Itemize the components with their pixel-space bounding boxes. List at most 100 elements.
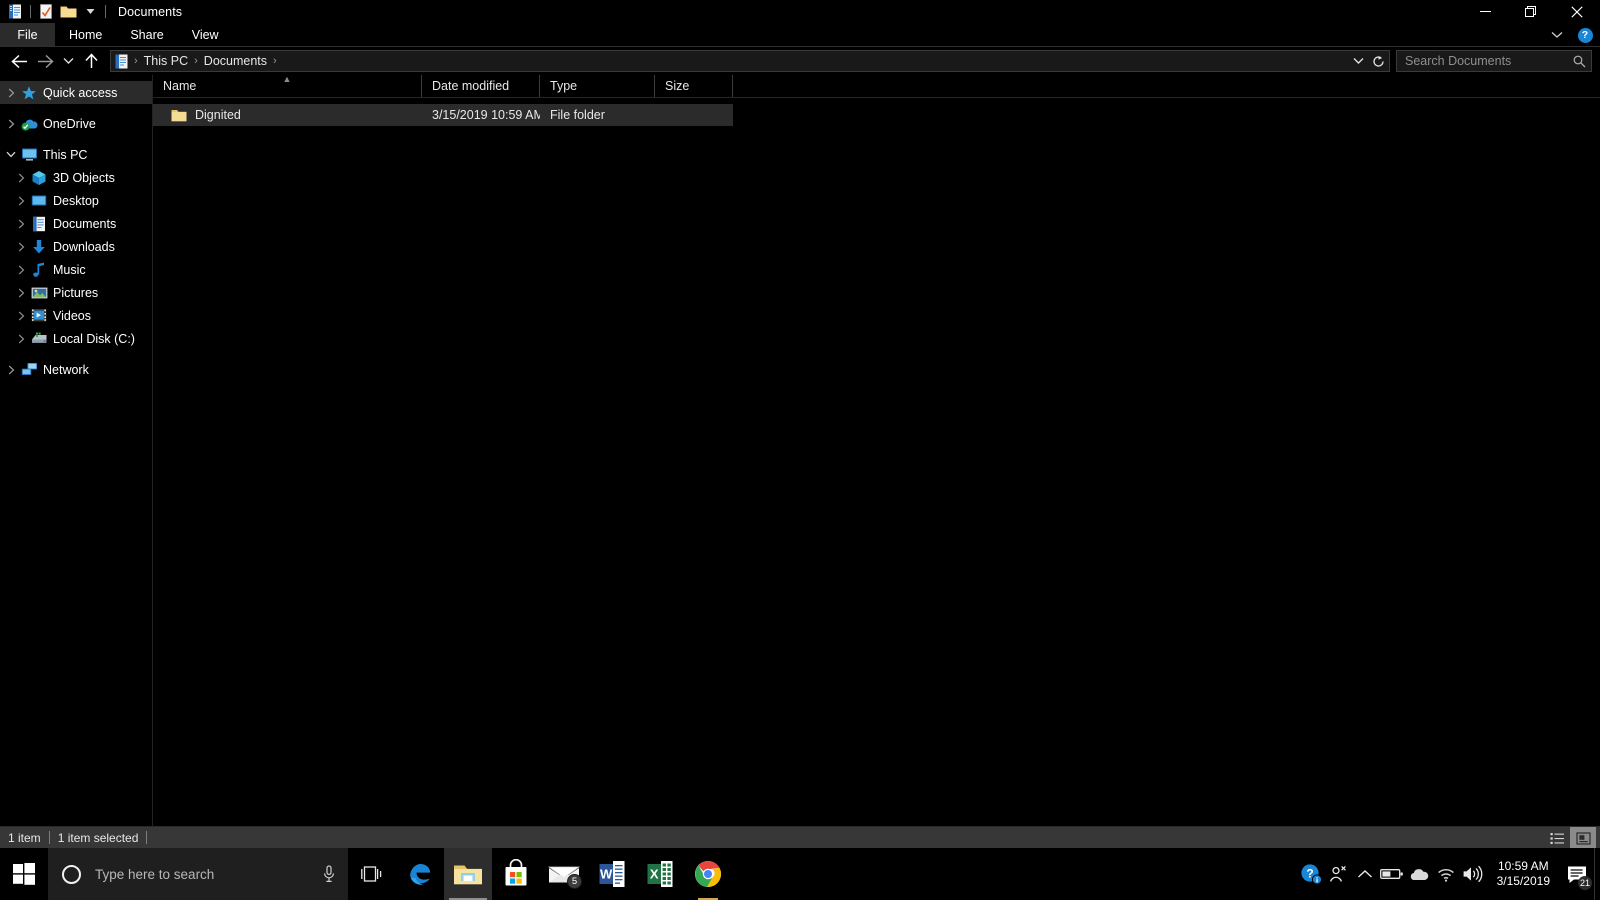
- chevron-right-icon[interactable]: [12, 212, 30, 235]
- taskbar-app-microsoft-store[interactable]: [492, 848, 540, 900]
- chevron-right-icon[interactable]: [12, 281, 30, 304]
- search-icon[interactable]: [1571, 53, 1587, 69]
- tab-view[interactable]: View: [178, 23, 233, 47]
- refresh-icon[interactable]: [1369, 51, 1387, 71]
- sidebar-item-quick-access[interactable]: Quick access: [0, 81, 152, 104]
- sidebar-item-label: Desktop: [53, 193, 99, 208]
- sidebar-item-label: Quick access: [43, 85, 118, 100]
- tab-share[interactable]: Share: [116, 23, 177, 47]
- 3d-objects-icon: [30, 169, 48, 187]
- taskbar-search-box[interactable]: Type here to search: [48, 848, 348, 900]
- chevron-right-icon[interactable]: [2, 81, 20, 104]
- taskbar-search-placeholder: Type here to search: [95, 866, 215, 882]
- chevron-down-icon[interactable]: [79, 1, 101, 23]
- status-view-buttons: [1544, 827, 1596, 849]
- expand-ribbon-chevron-icon[interactable]: [1546, 24, 1568, 46]
- properties-icon[interactable]: [4, 1, 26, 23]
- sidebar-item-onedrive[interactable]: OneDrive: [0, 112, 152, 135]
- breadcrumb-separator-2[interactable]: ›: [272, 55, 278, 67]
- breadcrumb-item-this-pc[interactable]: This PC: [139, 54, 193, 68]
- network-tray-icon[interactable]: [1433, 848, 1460, 900]
- file-name-cell: Dignited: [153, 107, 422, 123]
- show-hidden-icons-button[interactable]: [1352, 848, 1379, 900]
- details-view-button[interactable]: [1544, 827, 1570, 849]
- taskbar-app-word[interactable]: W: [588, 848, 636, 900]
- microphone-icon[interactable]: [318, 863, 340, 885]
- taskbar-app-file-explorer[interactable]: [444, 848, 492, 900]
- column-header-type[interactable]: Type: [540, 75, 655, 97]
- sidebar-item-videos[interactable]: Videos: [0, 304, 152, 327]
- taskbar-app-chrome[interactable]: [684, 848, 732, 900]
- chevron-right-icon[interactable]: [12, 189, 30, 212]
- sidebar-item-local-disk-c[interactable]: Local Disk (C:): [0, 327, 152, 350]
- chevron-right-icon[interactable]: [12, 258, 30, 281]
- volume-tray-icon[interactable]: [1460, 848, 1487, 900]
- chevron-right-icon[interactable]: [2, 358, 20, 381]
- breadcrumb-item-documents[interactable]: Documents: [199, 54, 272, 68]
- chevron-down-icon[interactable]: [2, 143, 20, 166]
- sidebar-item-label: Pictures: [53, 285, 99, 300]
- taskbar-app-mail[interactable]: 5: [540, 848, 588, 900]
- cortana-icon[interactable]: [62, 864, 81, 884]
- table-row[interactable]: Dignited 3/15/2019 10:59 AM File folder: [153, 104, 733, 126]
- status-bar: 1 item 1 item selected: [0, 826, 1600, 849]
- onedrive-tray-icon[interactable]: [1406, 848, 1433, 900]
- taskbar-app-excel[interactable]: X: [636, 848, 684, 900]
- column-header-label: Date modified: [432, 79, 510, 93]
- tab-file[interactable]: File: [0, 23, 55, 47]
- sidebar-item-network[interactable]: Network: [0, 358, 152, 381]
- close-button[interactable]: [1554, 0, 1600, 23]
- taskbar-clock[interactable]: 10:59 AM 3/15/2019: [1487, 848, 1562, 900]
- status-selection-count: 1 item selected: [57, 830, 139, 845]
- start-button[interactable]: [0, 848, 48, 900]
- new-folder-checkmark-icon[interactable]: [35, 1, 57, 23]
- breadcrumb[interactable]: › This PC › Documents ›: [110, 50, 1390, 72]
- chevron-right-icon[interactable]: [12, 304, 30, 327]
- maximize-restore-button[interactable]: [1508, 0, 1554, 23]
- minimize-button[interactable]: [1462, 0, 1508, 23]
- chevron-right-icon[interactable]: [12, 235, 30, 258]
- show-desktop-button[interactable]: [1594, 848, 1600, 900]
- tab-home[interactable]: Home: [55, 23, 116, 47]
- folder-icon[interactable]: [57, 1, 79, 23]
- recent-locations-chevron-icon[interactable]: [58, 48, 78, 74]
- people-tray-icon[interactable]: [1325, 848, 1352, 900]
- up-button[interactable]: [78, 48, 104, 74]
- large-icons-view-button[interactable]: [1570, 827, 1596, 849]
- search-input[interactable]: Search Documents: [1396, 50, 1592, 72]
- sidebar-item-label: Network: [43, 362, 89, 377]
- help-icon[interactable]: ?: [1574, 24, 1596, 46]
- help-tray-icon[interactable]: ?: [1298, 848, 1325, 900]
- taskbar-apps: 5 W X: [348, 848, 732, 900]
- system-tray: ? 10:59 AM 3/15/2019 21: [1298, 848, 1600, 900]
- sort-ascending-icon: ▲: [282, 74, 292, 84]
- sidebar-gap-3: [0, 350, 152, 358]
- file-rows-container: Dignited 3/15/2019 10:59 AM File folder: [153, 98, 1600, 126]
- sidebar-item-this-pc[interactable]: This PC: [0, 143, 152, 166]
- help-glyph: ?: [1577, 27, 1593, 43]
- action-center-button[interactable]: 21: [1562, 848, 1594, 900]
- taskbar-app-edge[interactable]: [396, 848, 444, 900]
- breadcrumb-right-controls: [1349, 51, 1387, 71]
- sidebar-item-music[interactable]: Music: [0, 258, 152, 281]
- desktop-icon: [30, 192, 48, 210]
- chevron-right-icon[interactable]: [12, 327, 30, 350]
- battery-tray-icon[interactable]: [1379, 848, 1406, 900]
- chevron-right-icon[interactable]: [2, 112, 20, 135]
- back-button[interactable]: [6, 48, 32, 74]
- column-header-date-modified[interactable]: Date modified: [422, 75, 540, 97]
- sidebar-item-pictures[interactable]: Pictures: [0, 281, 152, 304]
- column-header-size[interactable]: Size: [655, 75, 733, 97]
- search-placeholder: Search Documents: [1405, 54, 1512, 68]
- sidebar-item-3d-objects[interactable]: 3D Objects: [0, 166, 152, 189]
- column-header-name[interactable]: ▲ Name: [153, 75, 422, 97]
- chevron-right-icon[interactable]: [12, 166, 30, 189]
- sidebar-item-documents[interactable]: Documents: [0, 212, 152, 235]
- sidebar-item-downloads[interactable]: Downloads: [0, 235, 152, 258]
- forward-button[interactable]: [32, 48, 58, 74]
- file-explorer-window: Documents File Home Share View ? › This …: [0, 0, 1600, 849]
- sidebar-item-desktop[interactable]: Desktop: [0, 189, 152, 212]
- task-view-button[interactable]: [348, 848, 396, 900]
- sidebar-gap-1: [0, 104, 152, 112]
- address-dropdown-icon[interactable]: [1349, 51, 1367, 71]
